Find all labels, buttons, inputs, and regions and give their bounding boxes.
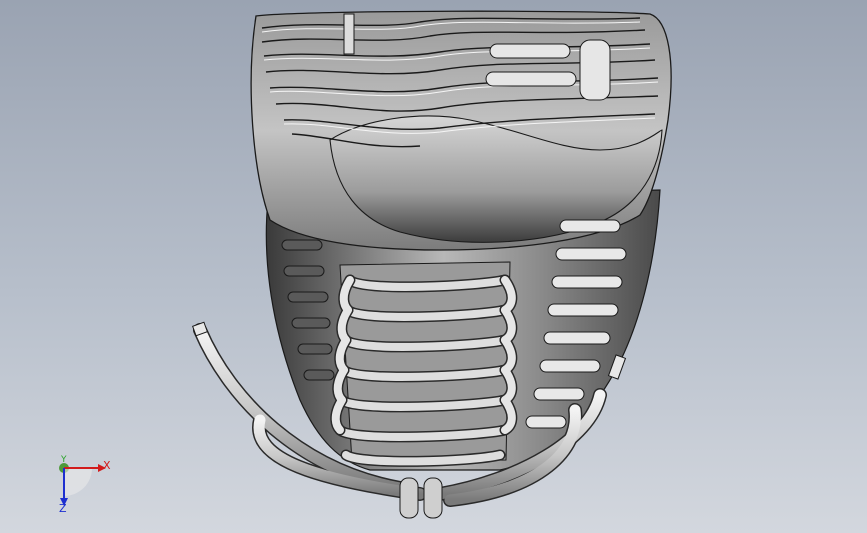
- 3d-model[interactable]: [0, 0, 867, 533]
- triad-arc: [64, 468, 92, 496]
- graphics-viewport[interactable]: X Y Z: [0, 0, 867, 533]
- top-rib: [343, 13, 355, 55]
- axis-triad: X Y Z: [44, 452, 124, 522]
- x-axis-label: X: [103, 459, 111, 472]
- y-axis-label: Y: [61, 455, 67, 465]
- z-axis-label: Z: [59, 502, 67, 515]
